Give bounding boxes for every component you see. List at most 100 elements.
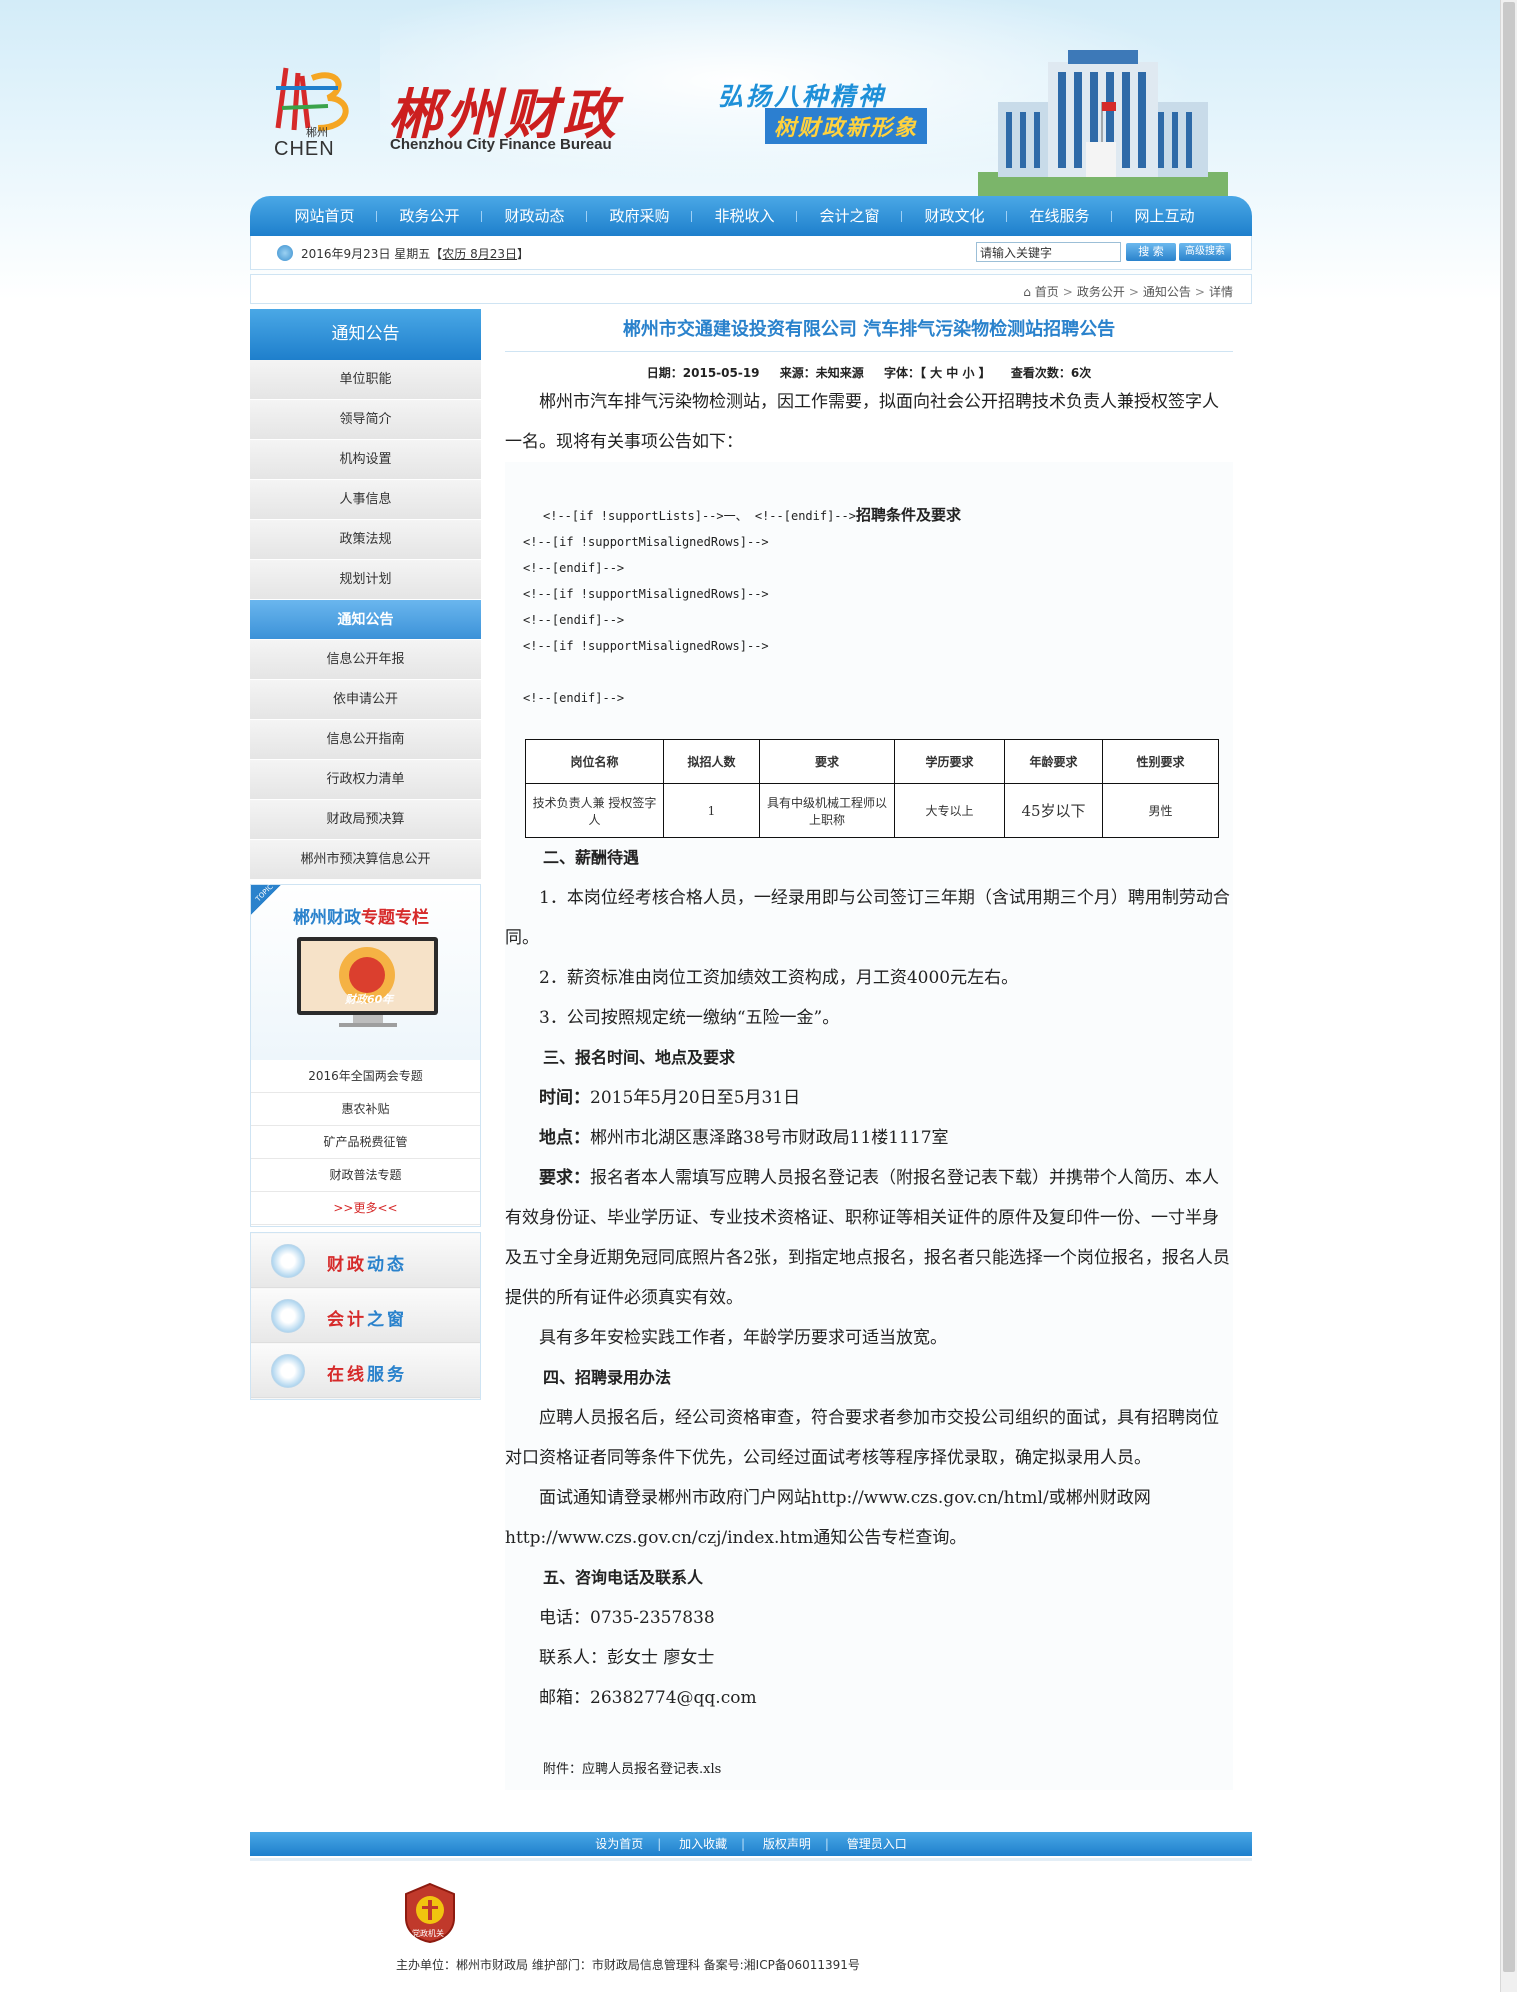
quick-link-accounting[interactable]: 会计之窗 xyxy=(251,1289,480,1343)
table-header-cell: 性别要求 xyxy=(1102,739,1219,784)
table-cell: 技术负责人兼 授权签字人 xyxy=(525,783,664,838)
site-title-en: Chenzhou City Finance Bureau xyxy=(390,136,612,153)
main-nav: 网站首页 政务公开 财政动态 政府采购 非税收入 会计之窗 财政文化 在线服务 … xyxy=(250,196,1252,236)
relaxation-note: 具有多年安检实践工作者，年龄学历要求可适当放宽。 xyxy=(539,1328,947,1348)
html-comment xyxy=(505,659,1233,685)
topic-item-subsidy[interactable]: 惠农补贴 xyxy=(251,1093,480,1126)
sidebar-item-on-request[interactable]: 依申请公开 xyxy=(250,680,481,720)
breadcrumb-separator: > xyxy=(1128,285,1139,299)
breadcrumb-affairs[interactable]: 政务公开 xyxy=(1077,285,1125,299)
quick-link-label-blue: 服务 xyxy=(367,1365,407,1385)
font-size-switcher[interactable]: 【 大 中 小 】 xyxy=(920,366,991,380)
footer-link-copyright[interactable]: 版权声明 xyxy=(747,1832,829,1856)
html-comment: <!--[if !supportMisalignedRows]--> xyxy=(523,535,769,549)
nav-item-affairs[interactable]: 政务公开 xyxy=(377,196,482,236)
topic-more-link[interactable]: >>更多<< xyxy=(251,1192,480,1225)
quick-link-label: 会计之窗 xyxy=(327,1305,407,1330)
attachment-link[interactable]: 附件：应聘人员报名登记表.xls xyxy=(505,1758,1233,1782)
table-row: 技术负责人兼 授权签字人 1 具有中级机械工程师以上职称 大专以上 45岁以下 … xyxy=(525,783,1219,838)
nav-item-culture[interactable]: 财政文化 xyxy=(902,196,1007,236)
place-value: 郴州市北湖区惠泽路38号市财政局11楼1117室 xyxy=(590,1128,949,1148)
quick-link-label-red: 在线 xyxy=(327,1365,367,1385)
registration-time: 时间：2015年5月20日至5月31日 xyxy=(505,1078,1233,1118)
sidebar-item-notices[interactable]: 通知公告 xyxy=(250,600,481,640)
salary-item-3: 3．公司按照规定统一缴纳“五险一金”。 xyxy=(539,1008,840,1028)
breadcrumb-separator: > xyxy=(1194,285,1205,299)
advanced-search-button[interactable]: 高级搜索 xyxy=(1179,243,1231,261)
section-3-title: 三、报名时间、地点及要求 xyxy=(543,1048,736,1067)
topic-column: TOPIC 郴州财政专题专栏 财政60年 2016年全国两会专题 惠农补贴 矿产… xyxy=(250,883,481,1227)
sidebar-item-budget[interactable]: 财政局预决算 xyxy=(250,800,481,840)
monitor-image: 财政60年 xyxy=(295,935,440,1030)
table-header-row: 岗位名称 拟招人数 要求 学历要求 年龄要求 性别要求 xyxy=(525,739,1219,784)
calculator-icon xyxy=(271,1299,305,1333)
calendar-icon xyxy=(277,245,293,261)
article-meta: 日期：2015-05-19 来源：未知来源 字体：【 大 中 小 】 查看次数：… xyxy=(505,364,1233,382)
nav-item-interact[interactable]: 网上互动 xyxy=(1112,196,1217,236)
quick-link-label: 在线服务 xyxy=(327,1360,407,1385)
table-cell: 大专以上 xyxy=(894,783,1005,838)
nav-item-procurement[interactable]: 政府采购 xyxy=(587,196,692,236)
quick-link-online-service[interactable]: 在线服务 xyxy=(251,1344,480,1398)
sidebar-item-leaders[interactable]: 领导简介 xyxy=(250,400,481,440)
quick-link-finance-news[interactable]: 财政动态 xyxy=(251,1234,480,1288)
sidebar-item-guide[interactable]: 信息公开指南 xyxy=(250,720,481,760)
meta-date-label: 日期： xyxy=(646,366,683,380)
sidebar-item-power-list[interactable]: 行政权力清单 xyxy=(250,760,481,800)
nav-item-news[interactable]: 财政动态 xyxy=(482,196,587,236)
topic-title-blue: 郴州财政 xyxy=(293,908,361,928)
meta-views-label: 查看次数： xyxy=(1010,366,1071,380)
footer-link-admin[interactable]: 管理员入口 xyxy=(831,1832,923,1856)
nav-item-accounting[interactable]: 会计之窗 xyxy=(797,196,902,236)
topic-item-lianghui[interactable]: 2016年全国两会专题 xyxy=(251,1060,480,1093)
place-label: 地点： xyxy=(539,1128,590,1148)
sidebar-item-functions[interactable]: 单位职能 xyxy=(250,360,481,400)
sidebar-item-city-budget[interactable]: 郴州市预决算信息公开 xyxy=(250,840,481,880)
breadcrumb-notices[interactable]: 通知公告 xyxy=(1143,285,1191,299)
topic-banner[interactable]: TOPIC 郴州财政专题专栏 财政60年 xyxy=(251,883,480,1060)
footer-links: 设为首页 加入收藏 版权声明 管理员入口 xyxy=(250,1832,1252,1856)
scrollbar-thumb[interactable] xyxy=(1503,2,1515,1972)
nav-item-nontax[interactable]: 非税收入 xyxy=(692,196,797,236)
city-logo-icon: 郴州 CHEN xyxy=(268,58,368,163)
article-body: 郴州市汽车排气污染物检测站，因工作需要，拟面向社会公开招聘技术负责人兼授权签字人… xyxy=(505,382,1233,1790)
method-paragraph-1: 应聘人员报名后，经公司资格审查，符合要求者参加市交投公司组织的面试，具有招聘岗位… xyxy=(505,1408,1219,1468)
topic-title: 郴州财政专题专栏 xyxy=(293,903,429,928)
html-comment: <!--[endif]--> xyxy=(523,691,625,705)
topic-item-mineral-tax[interactable]: 矿产品税费征管 xyxy=(251,1126,480,1159)
time-value: 2015年5月20日至5月31日 xyxy=(590,1088,801,1108)
breadcrumb-home[interactable]: 首页 xyxy=(1035,285,1059,299)
site-banner: 郴州 CHEN 郴州财政 Chenzhou City Finance Burea… xyxy=(250,20,1250,202)
meta-font: 字体：【 大 中 小 】 xyxy=(884,366,991,380)
topic-list: 2016年全国两会专题 惠农补贴 矿产品税费征管 财政普法专题 >>更多<< xyxy=(251,1060,480,1225)
table-cell: 具有中级机械工程师以上职称 xyxy=(759,783,895,838)
search-button[interactable]: 搜 索 xyxy=(1126,243,1176,261)
salary-item-2: 2．薪资标准由岗位工资加绩效工资构成，月工资4000元左右。 xyxy=(539,968,1019,988)
footer-link-favorite[interactable]: 加入收藏 xyxy=(663,1832,745,1856)
html-comment-text: <!--[if !supportLists]-->一、 <!--[endif]-… xyxy=(543,509,856,523)
sidebar-item-policies[interactable]: 政策法规 xyxy=(250,520,481,560)
section-4-title: 四、招聘录用办法 xyxy=(543,1368,672,1387)
meta-views: 查看次数：6次 xyxy=(1011,366,1091,380)
sidebar-item-annual-report[interactable]: 信息公开年报 xyxy=(250,640,481,680)
article-title: 郴州市交通建设投资有限公司 汽车排气污染物检测站招聘公告 xyxy=(505,309,1233,352)
footer-link-homepage[interactable]: 设为首页 xyxy=(579,1832,661,1856)
government-seal-icon[interactable]: 党政机关 xyxy=(402,1882,458,1944)
lunar-date-link[interactable]: 农历 8月23日 xyxy=(442,247,517,261)
logo-en-short: CHEN xyxy=(274,138,335,160)
nav-item-home[interactable]: 网站首页 xyxy=(272,196,377,236)
sidebar-item-personnel[interactable]: 人事信息 xyxy=(250,480,481,520)
vertical-scrollbar[interactable] xyxy=(1500,0,1517,1992)
meta-source-label: 来源： xyxy=(779,366,816,380)
topic-item-law[interactable]: 财政普法专题 xyxy=(251,1159,480,1192)
html-comment: <!--[endif]--> xyxy=(523,561,625,575)
meta-date-value: 2015-05-19 xyxy=(682,366,760,380)
nav-item-online[interactable]: 在线服务 xyxy=(1007,196,1112,236)
sidebar-item-structure[interactable]: 机构设置 xyxy=(250,440,481,480)
sidebar-item-plans[interactable]: 规划计划 xyxy=(250,560,481,600)
meta-source: 来源：未知来源 xyxy=(780,366,864,380)
globe-icon xyxy=(271,1244,305,1278)
search-input[interactable] xyxy=(976,242,1121,262)
table-header-cell: 年龄要求 xyxy=(1004,739,1103,784)
